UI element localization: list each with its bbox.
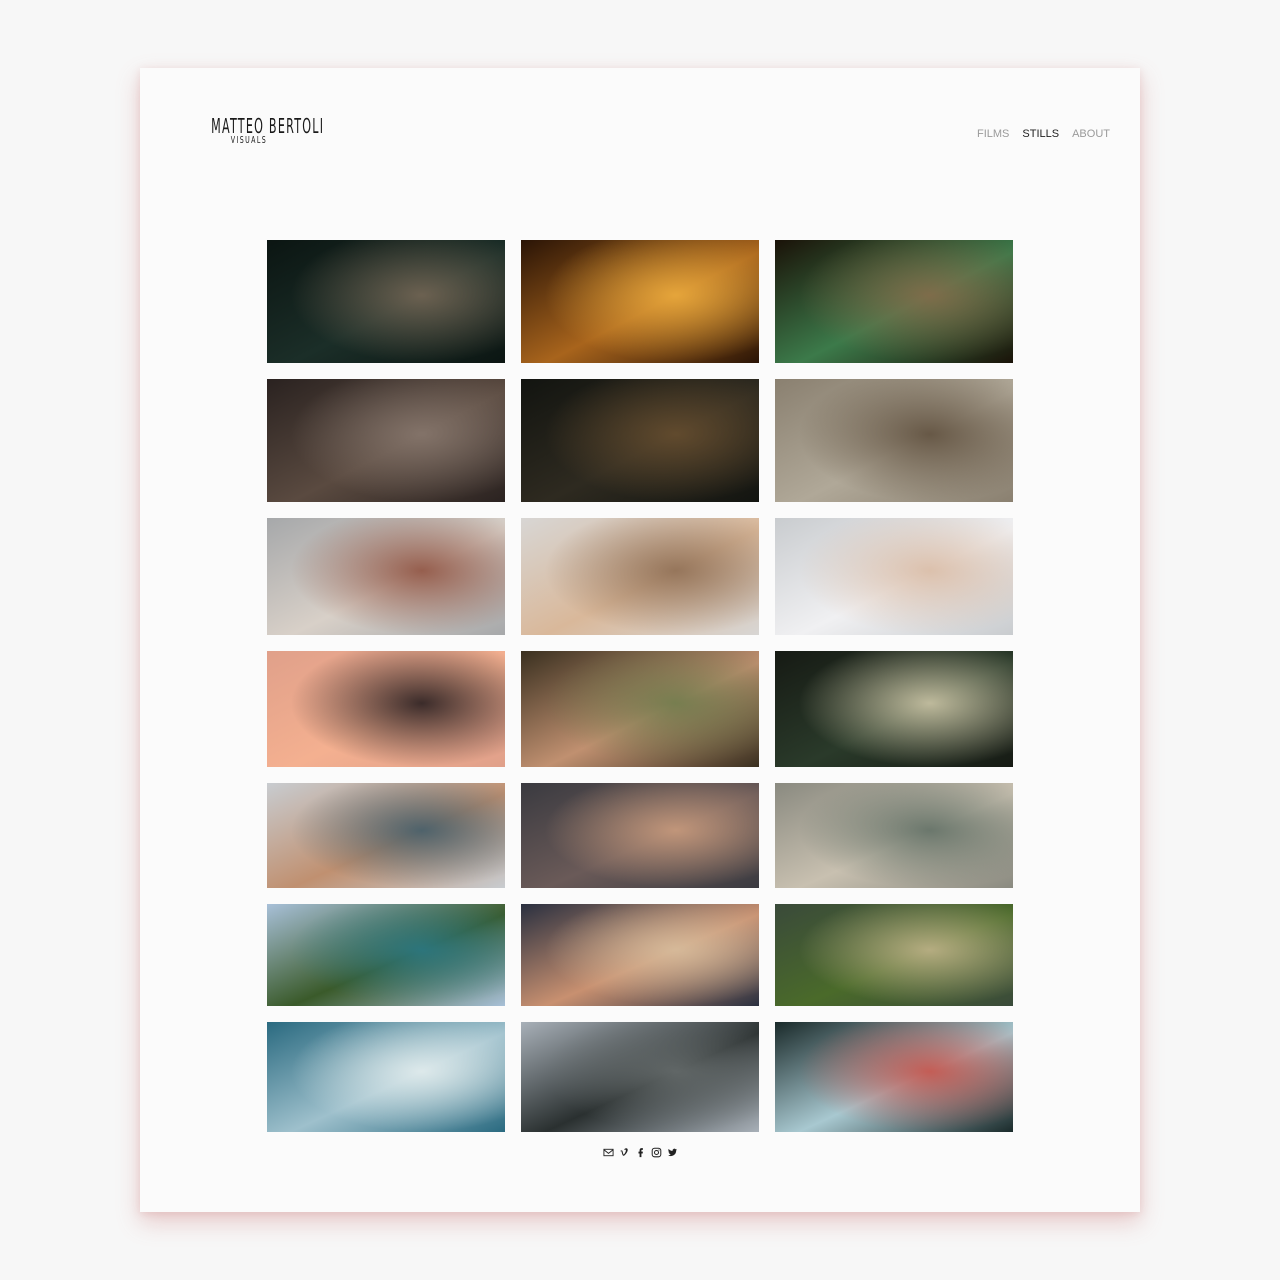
still-green-valley[interactable] (775, 904, 1013, 1006)
still-coastal-town-image (267, 783, 505, 888)
still-bokeh-figure[interactable] (267, 379, 505, 502)
still-couple-drink-image (521, 904, 759, 1006)
page-card: MATTEO BERTOLI VISUALS FILMS STILLS ABOU… (140, 68, 1140, 1212)
still-london-eye[interactable] (521, 1022, 759, 1132)
still-woman-sleeping[interactable] (775, 518, 1013, 635)
nav-stills[interactable]: STILLS (1022, 128, 1059, 140)
still-candle-bowl-image (521, 240, 759, 363)
still-green-valley-image (775, 904, 1013, 1006)
social-links (140, 1147, 1140, 1158)
still-coastal-town[interactable] (267, 783, 505, 888)
still-couple-kiss-image (521, 783, 759, 888)
still-man-hat-closeup[interactable] (521, 651, 759, 767)
still-woman-bridge[interactable] (267, 518, 505, 635)
still-blue-clouds-image (267, 1022, 505, 1132)
still-bokeh-figure-image (267, 379, 505, 502)
still-sunset-silhouettes-image (267, 651, 505, 767)
main-nav: FILMS STILLS ABOUT (977, 128, 1110, 140)
nav-about[interactable]: ABOUT (1072, 128, 1110, 140)
still-forest-silhouette[interactable] (775, 651, 1013, 767)
still-subway-window[interactable] (775, 1022, 1013, 1132)
instagram-icon[interactable] (651, 1147, 662, 1158)
still-blue-clouds[interactable] (267, 1022, 505, 1132)
still-sunset-silhouettes[interactable] (267, 651, 505, 767)
still-man-writing[interactable] (521, 379, 759, 502)
still-man-hat-closeup-image (521, 651, 759, 767)
still-man-shaving-image (267, 240, 505, 363)
facebook-icon[interactable] (635, 1147, 646, 1158)
still-woman-portrait[interactable] (521, 518, 759, 635)
still-couple-green-hair-image (775, 240, 1013, 363)
stills-grid (267, 240, 1013, 1132)
still-candle-bowl[interactable] (521, 240, 759, 363)
still-subway-window-image (775, 1022, 1013, 1132)
still-hat-man-blur[interactable] (775, 379, 1013, 502)
still-palm-coast-image (267, 904, 505, 1006)
still-old-man-glasses[interactable] (775, 783, 1013, 888)
twitter-icon[interactable] (667, 1147, 678, 1158)
still-woman-bridge-image (267, 518, 505, 635)
logo-title: MATTEO BERTOLI (211, 114, 325, 138)
site-logo[interactable]: MATTEO BERTOLI VISUALS (188, 114, 325, 146)
still-couple-kiss[interactable] (521, 783, 759, 888)
still-couple-green-hair[interactable] (775, 240, 1013, 363)
still-forest-silhouette-image (775, 651, 1013, 767)
still-man-shaving[interactable] (267, 240, 505, 363)
still-couple-drink[interactable] (521, 904, 759, 1006)
still-london-eye-image (521, 1022, 759, 1132)
still-woman-sleeping-image (775, 518, 1013, 635)
still-palm-coast[interactable] (267, 904, 505, 1006)
logo-subtitle: VISUALS (230, 135, 268, 146)
mail-icon[interactable] (602, 1147, 614, 1158)
still-hat-man-blur-image (775, 379, 1013, 502)
vimeo-icon[interactable] (619, 1147, 630, 1158)
nav-films[interactable]: FILMS (977, 128, 1009, 140)
still-man-writing-image (521, 379, 759, 502)
still-woman-portrait-image (521, 518, 759, 635)
still-old-man-glasses-image (775, 783, 1013, 888)
